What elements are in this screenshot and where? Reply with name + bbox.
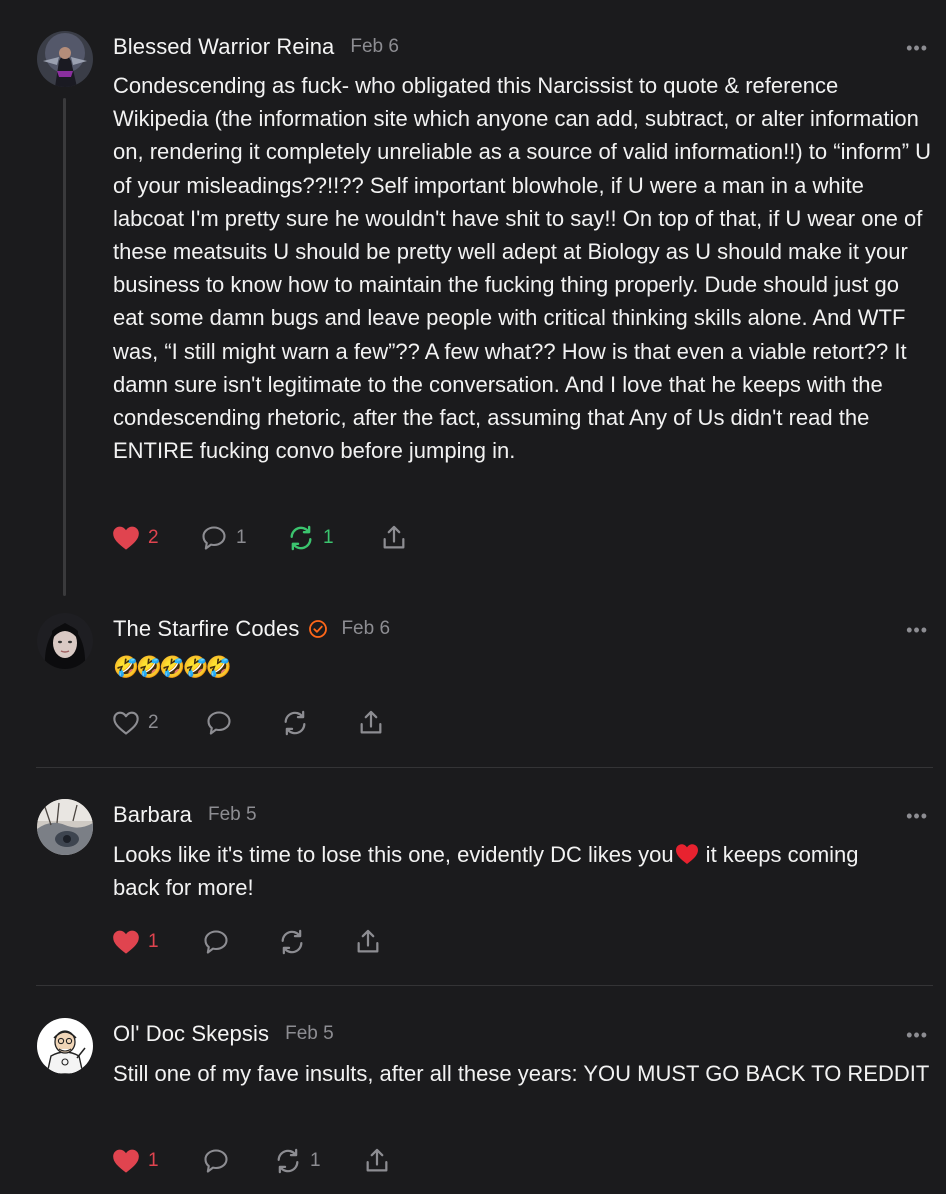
comment-header: The Starfire Codes Feb 6 xyxy=(113,616,390,642)
comment-text-part: Looks like it's time to lose this one, e… xyxy=(113,842,674,867)
more-icon[interactable]: ••• xyxy=(906,39,928,57)
reply-button[interactable] xyxy=(202,1145,230,1177)
author-name[interactable]: Ol' Doc Skepsis xyxy=(113,1021,269,1047)
comment-icon xyxy=(202,928,230,956)
reply-button[interactable] xyxy=(202,926,230,958)
more-icon[interactable]: ••• xyxy=(906,621,928,639)
restack-icon xyxy=(274,1147,302,1175)
like-count: 1 xyxy=(148,1150,159,1171)
comment-text: Condescending as fuck- who obligated thi… xyxy=(113,73,932,464)
author-name[interactable]: Barbara xyxy=(113,802,192,828)
restack-button[interactable]: 1 xyxy=(287,522,334,554)
comment-date[interactable]: Feb 5 xyxy=(285,1023,334,1045)
like-button[interactable]: 1 xyxy=(112,926,159,958)
comment-text: Still one of my fave insults, after all … xyxy=(113,1061,930,1086)
heart-icon xyxy=(112,525,140,551)
comment-icon xyxy=(200,524,228,552)
like-button[interactable]: 2 xyxy=(112,522,159,554)
avatar[interactable] xyxy=(37,799,93,855)
share-button[interactable] xyxy=(380,522,408,554)
comment-date[interactable]: Feb 5 xyxy=(208,804,257,826)
share-button[interactable] xyxy=(357,707,385,739)
avatar[interactable] xyxy=(37,613,93,669)
like-button[interactable]: 2 xyxy=(112,707,159,739)
share-button[interactable] xyxy=(363,1145,391,1177)
comment-icon xyxy=(202,1147,230,1175)
avatar[interactable] xyxy=(37,31,93,87)
reply-count: 1 xyxy=(236,527,247,548)
share-icon xyxy=(363,1147,391,1175)
thread-line xyxy=(63,98,66,596)
reply-button[interactable]: 1 xyxy=(200,522,247,554)
like-count: 2 xyxy=(148,527,159,548)
share-icon xyxy=(357,709,385,737)
like-count: 2 xyxy=(148,712,159,733)
heart-icon xyxy=(112,929,140,955)
comment-header: Ol' Doc Skepsis Feb 5 xyxy=(113,1021,334,1047)
reply-button[interactable] xyxy=(205,707,233,739)
author-name[interactable]: The Starfire Codes xyxy=(113,616,299,642)
verified-icon xyxy=(308,619,328,639)
restack-count: 1 xyxy=(310,1150,321,1171)
like-count: 1 xyxy=(148,931,159,952)
restack-icon xyxy=(287,524,315,552)
comment-date[interactable]: Feb 6 xyxy=(341,618,390,640)
restack-button[interactable] xyxy=(281,707,309,739)
like-button[interactable]: 1 xyxy=(112,1145,159,1177)
more-icon[interactable]: ••• xyxy=(906,1026,928,1044)
comment-text: 🤣🤣🤣🤣🤣 xyxy=(113,656,232,679)
divider xyxy=(36,985,933,986)
comment-header: Barbara Feb 5 xyxy=(113,802,257,828)
heart-icon xyxy=(112,1148,140,1174)
divider xyxy=(36,767,933,768)
share-icon xyxy=(380,524,408,552)
red-heart-emoji-icon xyxy=(674,843,700,865)
comment-icon xyxy=(205,709,233,737)
comment-text: Looks like it's time to lose this one, e… xyxy=(113,838,873,904)
restack-button[interactable]: 1 xyxy=(274,1145,321,1177)
restack-button[interactable] xyxy=(278,926,306,958)
more-icon[interactable]: ••• xyxy=(906,807,928,825)
author-name[interactable]: Blessed Warrior Reina xyxy=(113,34,334,60)
comment-header: Blessed Warrior Reina Feb 6 xyxy=(113,34,399,60)
restack-icon xyxy=(278,928,306,956)
comment-date[interactable]: Feb 6 xyxy=(350,36,399,58)
share-button[interactable] xyxy=(354,926,382,958)
restack-icon xyxy=(281,709,309,737)
restack-count: 1 xyxy=(323,527,334,548)
share-icon xyxy=(354,928,382,956)
heart-icon xyxy=(112,710,140,736)
avatar[interactable] xyxy=(37,1018,93,1074)
